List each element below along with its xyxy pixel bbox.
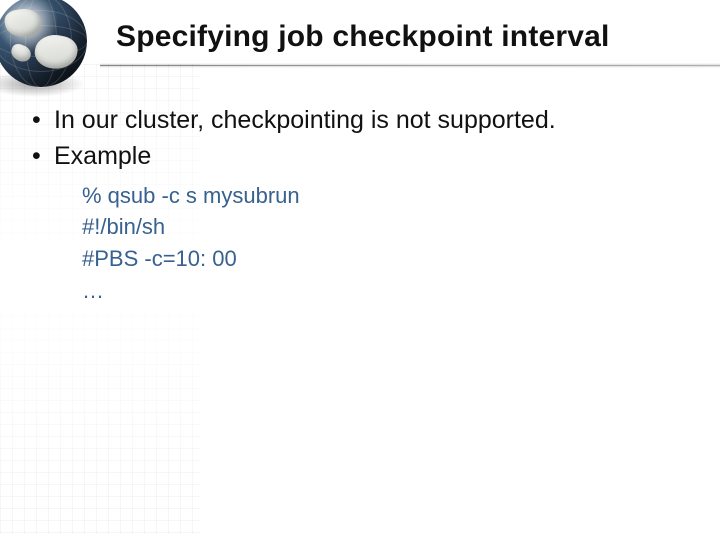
bullet-item: Example [28,140,680,174]
slide-body: In our cluster, checkpointing is not sup… [28,104,680,307]
bullet-item: In our cluster, checkpointing is not sup… [28,104,680,138]
bullet-text: In our cluster, checkpointing is not sup… [54,106,556,134]
example-code: % qsub -c s mysubrun #!/bin/sh #PBS -c=1… [82,180,680,308]
bullet-text: Example [54,142,151,170]
code-line: #!/bin/sh [82,211,680,243]
slide-title: Specifying job checkpoint interval [116,20,696,54]
code-line: % qsub -c s mysubrun [82,180,680,212]
title-divider [100,63,720,68]
code-line: … [82,275,680,307]
code-line: #PBS -c=10: 00 [82,243,680,275]
globe-illustration [0,0,105,105]
